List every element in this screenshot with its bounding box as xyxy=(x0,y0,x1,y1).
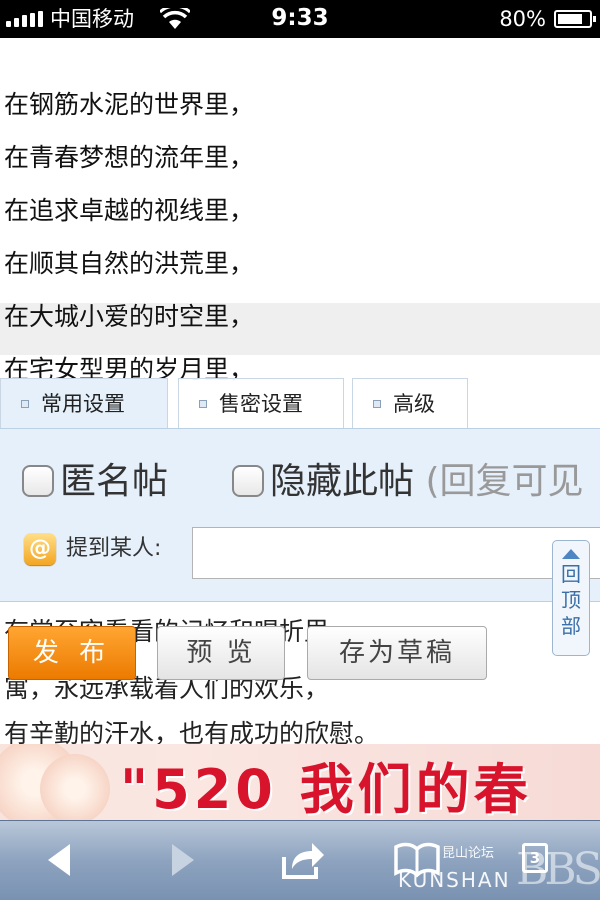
tab-label: 高级 xyxy=(393,392,435,416)
battery-icon xyxy=(554,10,596,28)
watermark-cn: 昆山论坛 xyxy=(442,846,495,861)
poem-line: 在青春梦想的流年里， xyxy=(4,143,255,172)
back-arrow-icon xyxy=(48,844,70,876)
poem-line: 在顺其自然的洪荒里， xyxy=(4,249,255,278)
battery-percent: 80% xyxy=(499,7,546,31)
article-poem: 在钢筋水泥的世界里， 在青春梦想的流年里， 在追求卓越的视线里， 在顺其自然的洪… xyxy=(0,78,600,396)
poem-line: 在追求卓越的视线里， xyxy=(4,196,255,225)
hide-post-checkbox[interactable] xyxy=(232,465,264,497)
up-arrow-icon xyxy=(562,549,580,559)
watermark-bbs: BBS xyxy=(516,844,600,895)
anonymous-checkbox[interactable] xyxy=(22,465,54,497)
tab-common-settings[interactable]: 常用设置 xyxy=(0,378,168,430)
settings-panel: 匿名帖 隐藏此帖 (回复可见 @ 提到某人: xyxy=(0,428,600,602)
banner-text: "520 我们的春 xyxy=(120,758,532,820)
at-sign-icon: @ xyxy=(24,533,56,565)
back-to-top-char: 部 xyxy=(561,614,581,638)
tab-label: 常用设置 xyxy=(41,392,125,416)
share-icon xyxy=(282,843,324,879)
tab-bullet-icon xyxy=(199,400,207,408)
poem-line: 在大城小爱的时空里， xyxy=(4,302,255,331)
forward-button[interactable] xyxy=(156,837,206,883)
hide-post-note: (回复可见 xyxy=(425,461,584,502)
back-to-top-button[interactable]: 回 顶 部 xyxy=(552,540,590,656)
tab-sale-settings[interactable]: 售密设置 xyxy=(178,378,344,430)
anonymous-label: 匿名帖 xyxy=(60,461,169,502)
tab-bullet-icon xyxy=(373,400,381,408)
share-button[interactable] xyxy=(278,837,328,883)
preview-button[interactable]: 预 览 xyxy=(157,626,285,680)
save-draft-button[interactable]: 存为草稿 xyxy=(307,626,487,680)
back-to-top-char: 回 xyxy=(561,562,581,586)
back-to-top-char: 顶 xyxy=(561,588,581,612)
mention-input[interactable] xyxy=(192,527,600,579)
anonymous-option[interactable]: 匿名帖 xyxy=(22,459,168,505)
poem-line: 在钢筋水泥的世界里， xyxy=(4,90,255,119)
promo-banner[interactable]: "520 我们的春 xyxy=(0,744,600,820)
mention-label: 提到某人: xyxy=(66,536,162,561)
hide-post-label: 隐藏此帖 xyxy=(270,461,415,502)
tab-advanced[interactable]: 高级 xyxy=(352,378,468,430)
tab-bullet-icon xyxy=(21,400,29,408)
watermark-en: KUNSHAN xyxy=(398,868,511,892)
hide-post-option[interactable]: 隐藏此帖 (回复可见 xyxy=(232,459,584,505)
forward-arrow-icon xyxy=(172,844,194,876)
status-bar: 中国移动 9:33 80% xyxy=(0,0,600,38)
back-button[interactable] xyxy=(36,837,86,883)
editor-tabs: 常用设置 售密设置 高级 xyxy=(0,378,600,430)
tab-label: 售密设置 xyxy=(219,392,303,416)
publish-button[interactable]: 发 布 xyxy=(8,626,136,680)
flower-decoration xyxy=(40,754,110,820)
